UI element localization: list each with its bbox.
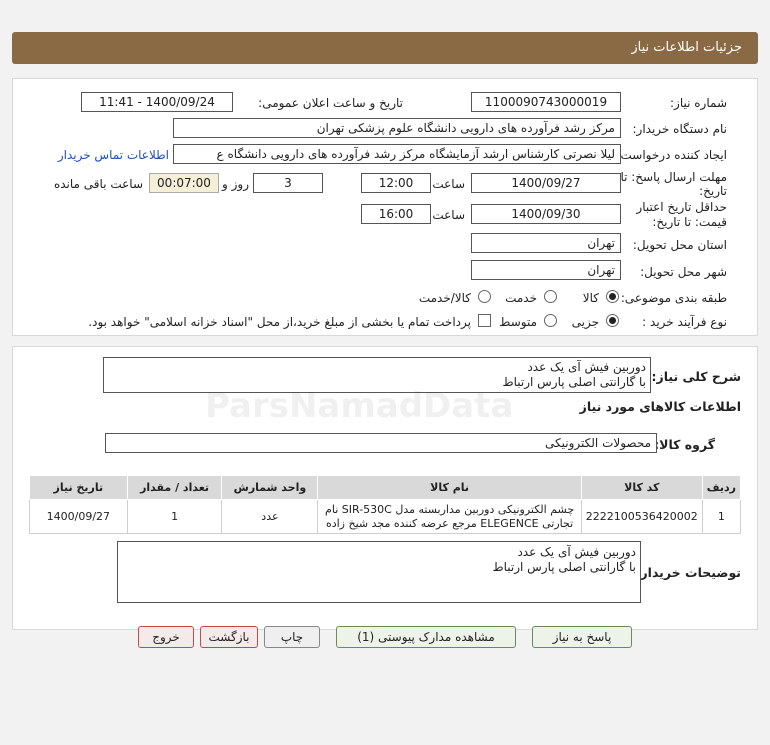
remaining-time-field: 00:07:00 <box>149 173 219 193</box>
buyer-notes-box: دوربین فیش آی یک عدد با گارانتی اصلی پار… <box>117 541 641 603</box>
category-option-service: خدمت <box>505 291 537 305</box>
cell-qty: 1 <box>126 499 223 534</box>
creator-label: ایجاد کننده درخواست: <box>616 148 727 162</box>
attachments-button[interactable]: مشاهده مدارک پیوستی (1) <box>336 626 516 648</box>
category-label: طبقه بندی موضوعی: <box>620 291 727 305</box>
cell-row: 1 <box>701 499 742 534</box>
need-number-field: 1100090743000019 <box>471 92 621 112</box>
summary-line-1: دوربین فیش آی یک عدد <box>527 360 646 374</box>
deadline-date-field: 1400/09/27 <box>471 173 621 193</box>
col-name-header: نام کالا <box>317 475 582 500</box>
summary-box: دوربین فیش آی یک عدد با گارانتی اصلی پار… <box>103 357 651 393</box>
cell-name: چشم الکترونیکی دوربین مداربسته مدل SIR-5… <box>317 499 582 534</box>
announce-label: تاریخ و ساعت اعلان عمومی: <box>258 96 403 110</box>
process-option-medium: متوسط <box>499 315 537 329</box>
deadline-label-2: تاریخ: <box>699 184 727 198</box>
city-label: شهر محل تحویل: <box>640 265 727 279</box>
buyer-contact-link[interactable]: اطلاعات تماس خریدار <box>58 148 169 162</box>
payment-note: پرداخت تمام یا بخشی از مبلغ خرید،از محل … <box>88 315 471 329</box>
goods-group-label: گروه کالا: <box>654 437 715 452</box>
validity-time-label: ساعت <box>432 208 465 222</box>
col-qty-header: تعداد / مقدار <box>126 475 223 500</box>
treasury-checkbox[interactable] <box>478 314 491 327</box>
col-row-header: ردیف <box>701 475 742 500</box>
announce-field: 1400/09/24 - 11:41 <box>81 92 233 112</box>
page-title-bar: جزئیات اطلاعات نیاز <box>12 32 758 64</box>
category-radio-goods[interactable] <box>606 290 619 303</box>
need-details-panel: شرح کلی نیاز: دوربین فیش آی یک عدد با گا… <box>12 346 758 630</box>
buyer-field: مرکز رشد فرآورده های دارویی دانشگاه علوم… <box>173 118 621 138</box>
back-button[interactable]: بازگشت <box>200 626 258 648</box>
cell-unit: عدد <box>221 499 319 534</box>
table-row: 1 2222100536420002 چشم الکترونیکی دوربین… <box>29 499 742 534</box>
category-radio-goods-service[interactable] <box>478 290 491 303</box>
need-number-label: شماره نیاز: <box>670 96 727 110</box>
summary-label: شرح کلی نیاز: <box>651 369 741 384</box>
buyer-notes-label: توضیحات خریدار: <box>635 565 741 580</box>
col-date-header: تاریخ نیاز <box>29 475 128 500</box>
cell-name-line-1: چشم الکترونیکی دوربین مداربسته مدل SIR-5… <box>325 502 575 516</box>
city-field: تهران <box>471 260 621 280</box>
creator-field: لیلا نصرتی کارشناس ارشد آزمایشگاه مرکز ر… <box>173 144 621 164</box>
goods-info-title: اطلاعات کالاهای مورد نیاز <box>579 399 741 414</box>
category-option-goods: کالا <box>582 291 599 305</box>
deadline-time-label: ساعت <box>432 177 465 191</box>
deadline-label: مهلت ارسال پاسخ: تا <box>620 170 727 184</box>
exit-button[interactable]: خروج <box>138 626 194 648</box>
validity-label: حداقل تاریخ اعتبار <box>636 200 727 214</box>
process-option-minor: جزیی <box>571 315 599 329</box>
validity-label-2: قیمت: تا تاریخ: <box>652 215 727 229</box>
category-radio-service[interactable] <box>544 290 557 303</box>
items-table: ردیف کد کالا نام کالا واحد شمارش تعداد /… <box>29 475 742 534</box>
cell-name-line-2: تجارتی ELEGENCE مرجع عرضه کننده مجد شیخ … <box>325 516 574 530</box>
category-option-goods-service: کالا/خدمت <box>418 291 471 305</box>
col-code-header: کد کالا <box>580 475 703 500</box>
remaining-label: ساعت باقی مانده <box>53 177 143 191</box>
buyer-notes-line-2: با گارانتی اصلی پارس ارتباط <box>492 560 637 574</box>
deadline-time-field: 12:00 <box>361 173 431 193</box>
reply-button[interactable]: پاسخ به نیاز <box>532 626 632 648</box>
province-label: استان محل تحویل: <box>632 238 727 252</box>
cell-code: 2222100536420002 <box>580 499 703 534</box>
col-unit-header: واحد شمارش <box>221 475 319 500</box>
print-button[interactable]: چاپ <box>264 626 320 648</box>
summary-line-2: با گارانتی اصلی پارس ارتباط <box>502 375 647 389</box>
buyer-label: نام دستگاه خریدار: <box>632 122 728 136</box>
page-title: جزئیات اطلاعات نیاز <box>631 40 742 55</box>
days-field: 3 <box>253 173 323 193</box>
cell-date: 1400/09/27 <box>29 499 128 534</box>
process-label: نوع فرآیند خرید : <box>642 315 727 329</box>
province-field: تهران <box>471 233 621 253</box>
goods-group-field: محصولات الکترونیکی <box>105 433 657 453</box>
process-radio-minor[interactable] <box>606 314 619 327</box>
validity-time-field: 16:00 <box>361 204 431 224</box>
process-radio-medium[interactable] <box>544 314 557 327</box>
need-info-panel: شماره نیاز: 1100090743000019 تاریخ و ساع… <box>12 78 758 336</box>
buyer-notes-line-1: دوربین فیش آی یک عدد <box>517 545 636 559</box>
days-label: روز و <box>222 177 249 191</box>
validity-date-field: 1400/09/30 <box>471 204 621 224</box>
